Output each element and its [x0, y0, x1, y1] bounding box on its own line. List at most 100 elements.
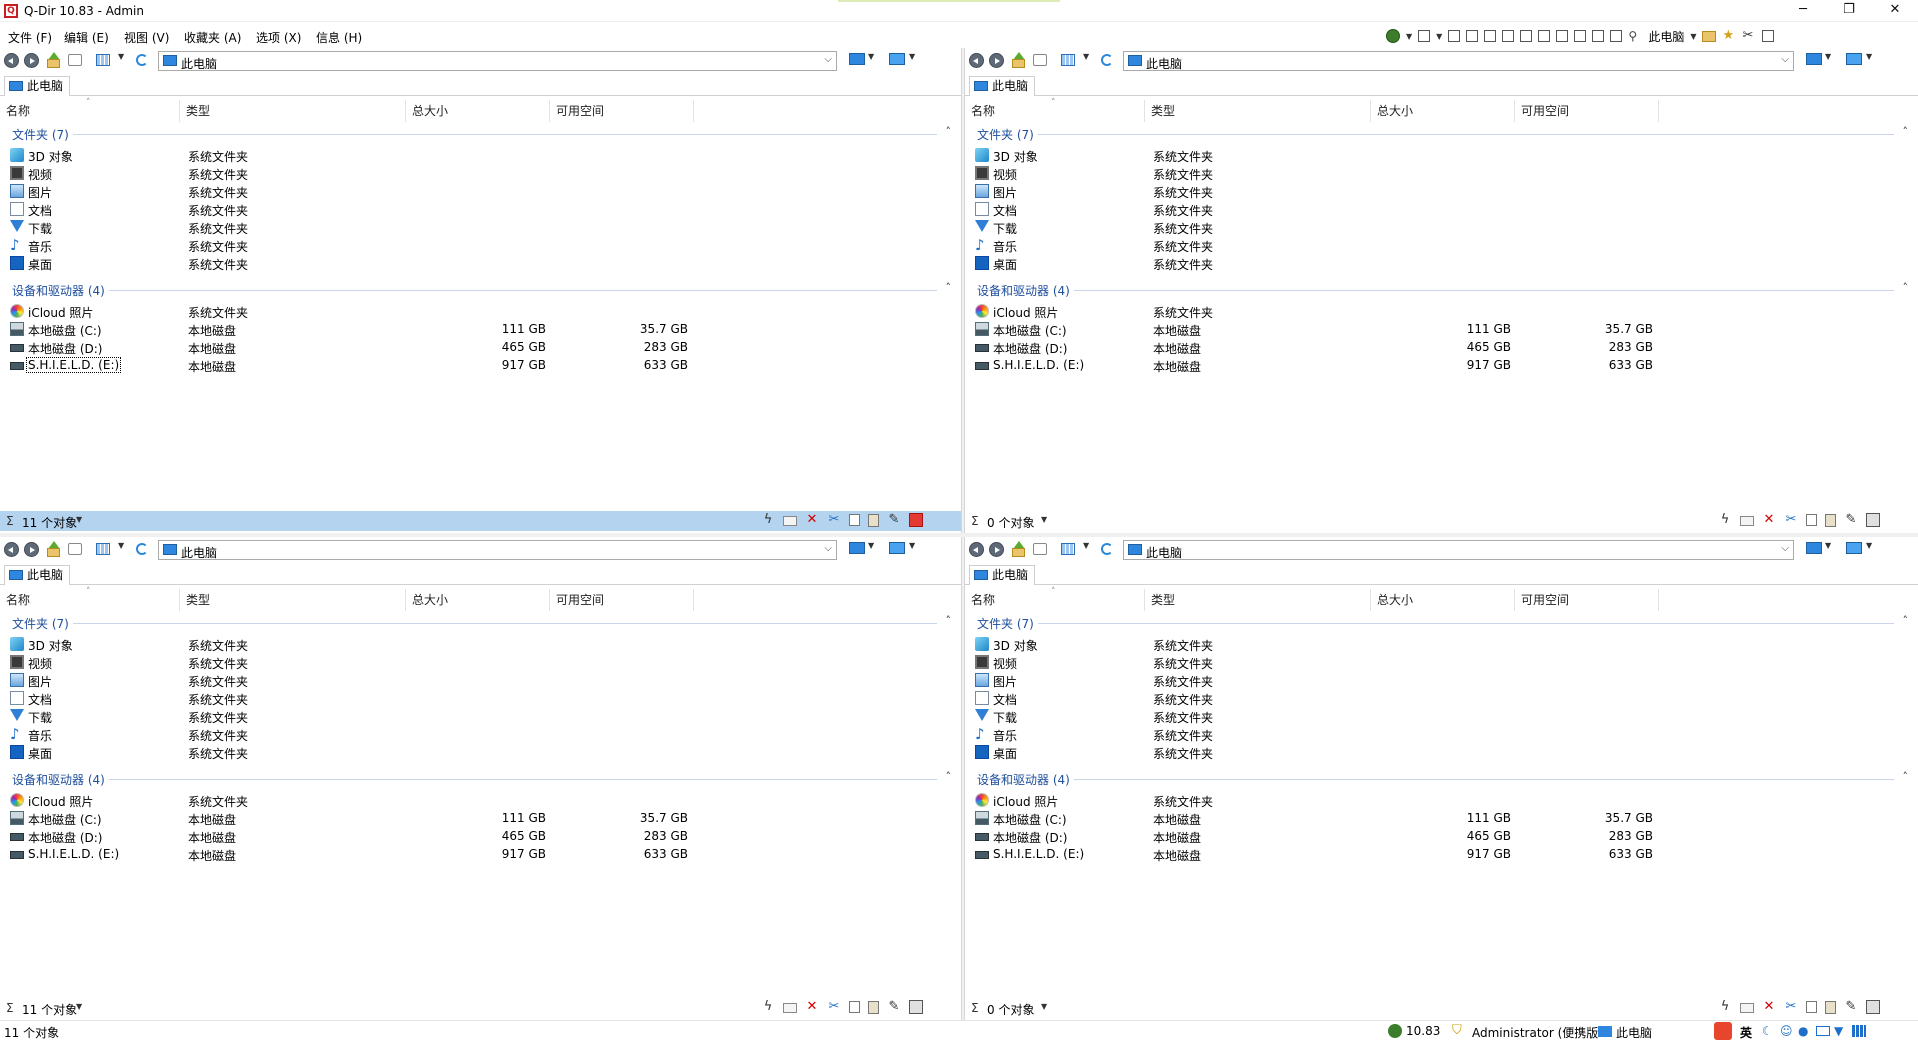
- list-item[interactable]: 桌面 系统文件夹: [0, 254, 961, 272]
- list-item[interactable]: iCloud 照片 系统文件夹: [965, 791, 1918, 809]
- collapse-icon[interactable]: ˄: [1903, 770, 1909, 783]
- menu-favorites[interactable]: 收藏夹 (A): [184, 29, 241, 46]
- refresh-icon[interactable]: [1101, 543, 1113, 555]
- globe-icon[interactable]: [1386, 29, 1400, 43]
- restore-button[interactable]: ❐: [1826, 0, 1872, 22]
- window-icon[interactable]: [1762, 30, 1775, 42]
- list-item[interactable]: ♪ 音乐 系统文件夹: [0, 725, 961, 744]
- list-item[interactable]: 桌面 系统文件夹: [0, 743, 961, 761]
- list-item[interactable]: 下载 系统文件夹: [0, 218, 961, 236]
- monitor-view-icon[interactable]: [889, 53, 905, 65]
- list-item[interactable]: 文档 系统文件夹: [965, 689, 1918, 707]
- layout-8-icon[interactable]: [1574, 30, 1587, 42]
- collapse-icon[interactable]: ˄: [1903, 125, 1909, 138]
- collapse-icon[interactable]: ˄: [1903, 614, 1909, 627]
- group-devices[interactable]: 设备和驱动器 (4) ˄: [0, 281, 961, 299]
- lightning-icon[interactable]: ϟ: [761, 513, 775, 527]
- chevron-down-icon[interactable]: ▼: [1041, 1002, 1047, 1011]
- list-item[interactable]: iCloud 照片 系统文件夹: [965, 302, 1918, 320]
- chevron-down-icon[interactable]: ▼: [868, 541, 874, 550]
- address-bar[interactable]: 此电脑 ⌵: [158, 51, 837, 71]
- list-item[interactable]: 3D 对象 系统文件夹: [965, 146, 1918, 164]
- list-item[interactable]: 文档 系统文件夹: [0, 200, 961, 218]
- layout-4-icon[interactable]: [1502, 30, 1515, 42]
- delete-icon[interactable]: ✕: [805, 513, 819, 527]
- monitor-icon[interactable]: [849, 542, 865, 554]
- chevron-down-icon[interactable]: ▼: [909, 541, 915, 550]
- chevron-down-icon[interactable]: ▼: [118, 52, 124, 61]
- column-type[interactable]: 类型: [180, 589, 406, 611]
- column-free-space[interactable]: 可用空间: [1515, 100, 1659, 122]
- lightning-icon[interactable]: ϟ: [1718, 513, 1732, 527]
- comment-icon[interactable]: [68, 543, 82, 555]
- chevron-down-icon[interactable]: ▼: [76, 1002, 82, 1011]
- tab-this-pc[interactable]: 此电脑: [969, 76, 1036, 96]
- up-folder-icon[interactable]: [1011, 52, 1026, 68]
- rename-icon[interactable]: ✎: [1844, 513, 1858, 527]
- monitor-view-icon[interactable]: [1846, 53, 1862, 65]
- address-bar[interactable]: 此电脑 ⌵: [158, 540, 837, 560]
- folder-icon[interactable]: [1702, 30, 1717, 42]
- rename-icon[interactable]: ✎: [887, 1000, 901, 1014]
- list-item[interactable]: 本地磁盘 (C:) 本地磁盘 111 GB 35.7 GB: [0, 809, 961, 827]
- column-type[interactable]: 类型: [1145, 589, 1371, 611]
- chevron-down-icon[interactable]: ⌵: [1781, 54, 1789, 65]
- list-item[interactable]: S.H.I.E.L.D. (E:) 本地磁盘 917 GB 633 GB: [0, 356, 961, 374]
- list-item[interactable]: 3D 对象 系统文件夹: [965, 635, 1918, 653]
- collapse-icon[interactable]: ˄: [946, 125, 952, 138]
- monitor-view-icon[interactable]: [889, 542, 905, 554]
- layout-grid-icon[interactable]: [1418, 30, 1431, 42]
- cut-icon[interactable]: ✂: [1784, 1000, 1798, 1014]
- collapse-icon[interactable]: ˄: [946, 281, 952, 294]
- delete-icon[interactable]: ✕: [1762, 513, 1776, 527]
- collapse-icon[interactable]: ˄: [946, 614, 952, 627]
- tab-this-pc[interactable]: 此电脑: [4, 76, 71, 96]
- column-total-size[interactable]: 总大小: [1371, 589, 1515, 611]
- list-item[interactable]: 3D 对象 系统文件夹: [0, 635, 961, 653]
- list-item[interactable]: 桌面 系统文件夹: [965, 254, 1918, 272]
- mic-icon[interactable]: ●: [1798, 1024, 1812, 1038]
- list-item[interactable]: 图片 系统文件夹: [0, 671, 961, 689]
- list-item[interactable]: iCloud 照片 系统文件夹: [0, 302, 961, 320]
- copy-icon[interactable]: [1806, 1001, 1817, 1013]
- layout-3-icon[interactable]: [1484, 30, 1497, 42]
- paste-icon[interactable]: [868, 1000, 879, 1014]
- group-devices[interactable]: 设备和驱动器 (4) ˄: [0, 770, 961, 788]
- list-item[interactable]: S.H.I.E.L.D. (E:) 本地磁盘 917 GB 633 GB: [0, 845, 961, 863]
- list-item[interactable]: 视频 系统文件夹: [0, 653, 961, 671]
- copy-icon[interactable]: [849, 1001, 860, 1013]
- column-free-space[interactable]: 可用空间: [550, 100, 694, 122]
- back-icon[interactable]: [4, 53, 19, 68]
- tree-icon[interactable]: ⚲: [1628, 29, 1642, 43]
- column-total-size[interactable]: 总大小: [406, 589, 550, 611]
- layout-1-icon[interactable]: [1448, 30, 1461, 42]
- column-free-space[interactable]: 可用空间: [1515, 589, 1659, 611]
- group-devices[interactable]: 设备和驱动器 (4) ˄: [965, 281, 1918, 299]
- tools-icon[interactable]: ✂: [1742, 29, 1756, 43]
- keyboard-icon[interactable]: [1816, 1026, 1830, 1036]
- close-pane-icon[interactable]: [1866, 1000, 1880, 1014]
- comment-icon[interactable]: [1033, 543, 1047, 555]
- delete-icon[interactable]: ✕: [805, 1000, 819, 1014]
- chevron-down-icon[interactable]: ▼: [909, 52, 915, 61]
- chevron-down-icon[interactable]: ▼: [76, 515, 82, 524]
- back-icon[interactable]: [969, 53, 984, 68]
- copy-icon[interactable]: [849, 514, 860, 526]
- list-item[interactable]: 图片 系统文件夹: [0, 182, 961, 200]
- list-item[interactable]: 文档 系统文件夹: [0, 689, 961, 707]
- list-item[interactable]: 图片 系统文件夹: [965, 182, 1918, 200]
- lightning-icon[interactable]: ϟ: [761, 1000, 775, 1014]
- list-item[interactable]: 桌面 系统文件夹: [965, 743, 1918, 761]
- list-item[interactable]: 图片 系统文件夹: [965, 671, 1918, 689]
- monitor-icon[interactable]: [849, 53, 865, 65]
- chevron-down-icon[interactable]: ▼: [1690, 32, 1696, 41]
- cut-icon[interactable]: ✂: [827, 513, 841, 527]
- up-folder-icon[interactable]: [46, 52, 61, 68]
- shirt-icon[interactable]: ▼: [1834, 1024, 1848, 1038]
- column-free-space[interactable]: 可用空间: [550, 589, 694, 611]
- group-folders[interactable]: 文件夹 (7) ˄: [0, 614, 961, 632]
- ime-language[interactable]: 英: [1740, 1024, 1752, 1041]
- back-icon[interactable]: [969, 542, 984, 557]
- copy-icon[interactable]: [1806, 514, 1817, 526]
- menu-view[interactable]: 视图 (V): [124, 29, 169, 46]
